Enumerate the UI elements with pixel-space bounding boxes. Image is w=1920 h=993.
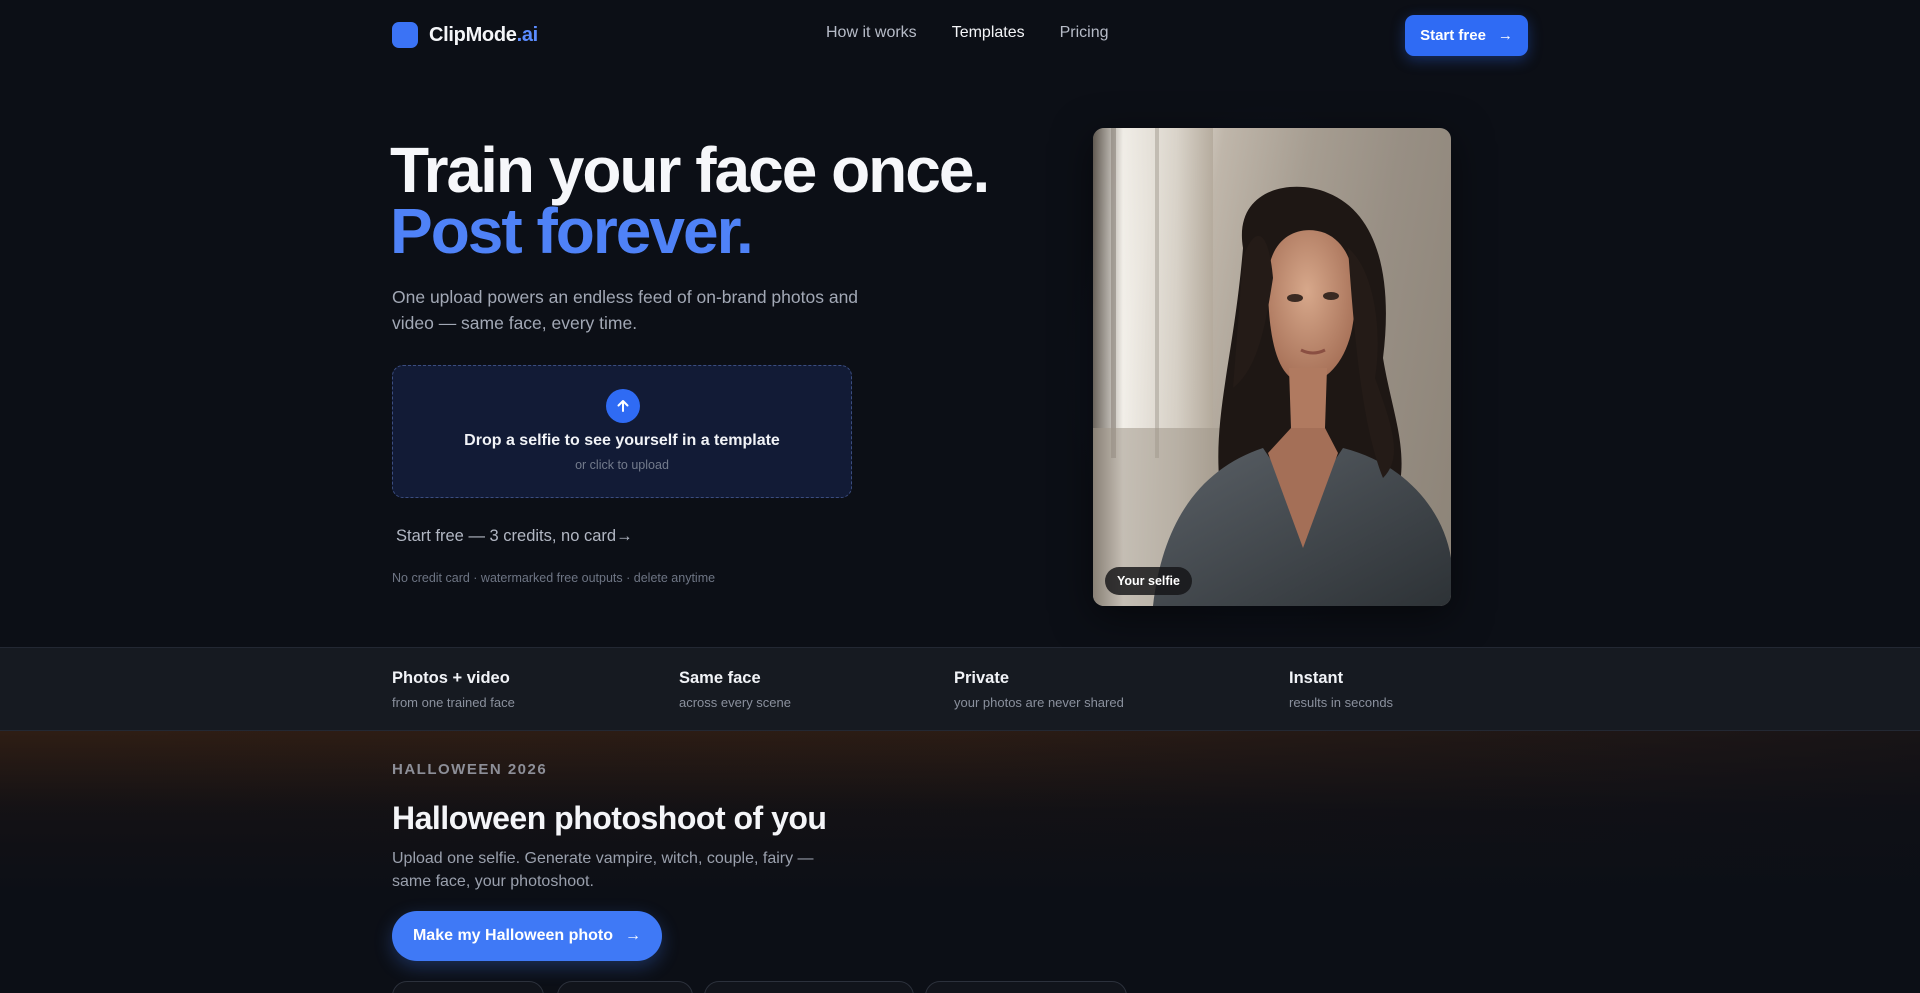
- nav-link-how-it-works[interactable]: How it works: [826, 24, 917, 42]
- feature-subtitle: from one trained face: [392, 695, 515, 710]
- halloween-title: Halloween photoshoot of you: [392, 800, 827, 836]
- feature-title: Instant: [1289, 669, 1344, 687]
- arrow-up-icon: [606, 389, 640, 423]
- arrow-right-icon: →: [625, 927, 642, 944]
- dropzone-title: Drop a selfie to see yourself in a templ…: [464, 432, 780, 449]
- feature-item: Same face across every scene: [679, 669, 791, 710]
- logo-accent: .ai: [516, 23, 539, 46]
- feature-title: Photos + video: [392, 669, 510, 687]
- halloween-cta-label: Make my Halloween photo: [412, 927, 614, 944]
- photo-badge: Your selfie: [1105, 567, 1192, 595]
- nav-links: How it works Templates Pricing: [826, 24, 1109, 42]
- make-halloween-photo-button[interactable]: Make my Halloween photo →: [392, 911, 662, 961]
- logo-name: ClipMode: [429, 23, 517, 46]
- feature-title: Same face: [679, 669, 761, 687]
- template-chip[interactable]: [392, 981, 544, 993]
- hero-title-line1: Train your face once.: [390, 134, 990, 206]
- selfie-dropzone[interactable]: Drop a selfie to see yourself in a templ…: [392, 365, 852, 498]
- feature-item: Instant results in seconds: [1289, 669, 1393, 710]
- dropzone-subtitle: or click to upload: [575, 458, 669, 472]
- halloween-background: [0, 731, 1920, 993]
- nav-link-pricing[interactable]: Pricing: [1060, 24, 1109, 42]
- hero-subtitle: One upload powers an endless feed of on-…: [392, 287, 859, 333]
- template-chip[interactable]: [704, 981, 914, 993]
- selfie-illustration: [1093, 128, 1451, 606]
- template-chip[interactable]: [557, 981, 693, 993]
- feature-item: Photos + video from one trained face: [392, 669, 515, 710]
- start-free-button[interactable]: Start free →: [1405, 15, 1528, 56]
- start-free-link[interactable]: Start free — 3 credits, no card→: [396, 527, 633, 546]
- feature-title: Private: [954, 669, 1010, 687]
- start-free-label: Start free: [1420, 27, 1486, 44]
- logo-text: ClipMode.ai: [429, 24, 538, 47]
- hero-fine-print: No credit card · watermarked free output…: [392, 571, 716, 585]
- feature-subtitle: results in seconds: [1289, 695, 1394, 710]
- template-chip[interactable]: [925, 981, 1127, 993]
- hero-title: Train your face once. Post forever.: [390, 134, 990, 267]
- feature-subtitle: across every scene: [679, 695, 791, 710]
- halloween-eyebrow: HALLOWEEN 2026: [392, 761, 548, 778]
- logo[interactable]: ClipMode.ai: [392, 22, 538, 48]
- nav-link-templates[interactable]: Templates: [952, 24, 1025, 42]
- features-strip: Photos + video from one trained face Sam…: [0, 647, 1920, 731]
- top-nav: ClipMode.ai How it works Templates Prici…: [0, 0, 1920, 70]
- arrow-right-icon: →: [1497, 27, 1513, 44]
- moon-icon: [392, 22, 418, 48]
- feature-item: Private your photos are never shared: [954, 669, 1124, 710]
- feature-subtitle: your photos are never shared: [954, 695, 1124, 710]
- hero-title-line2: Post forever.: [390, 195, 754, 267]
- halloween-subtitle: Upload one selfie. Generate vampire, wit…: [392, 850, 814, 890]
- selfie-photo: Your selfie: [1093, 128, 1451, 606]
